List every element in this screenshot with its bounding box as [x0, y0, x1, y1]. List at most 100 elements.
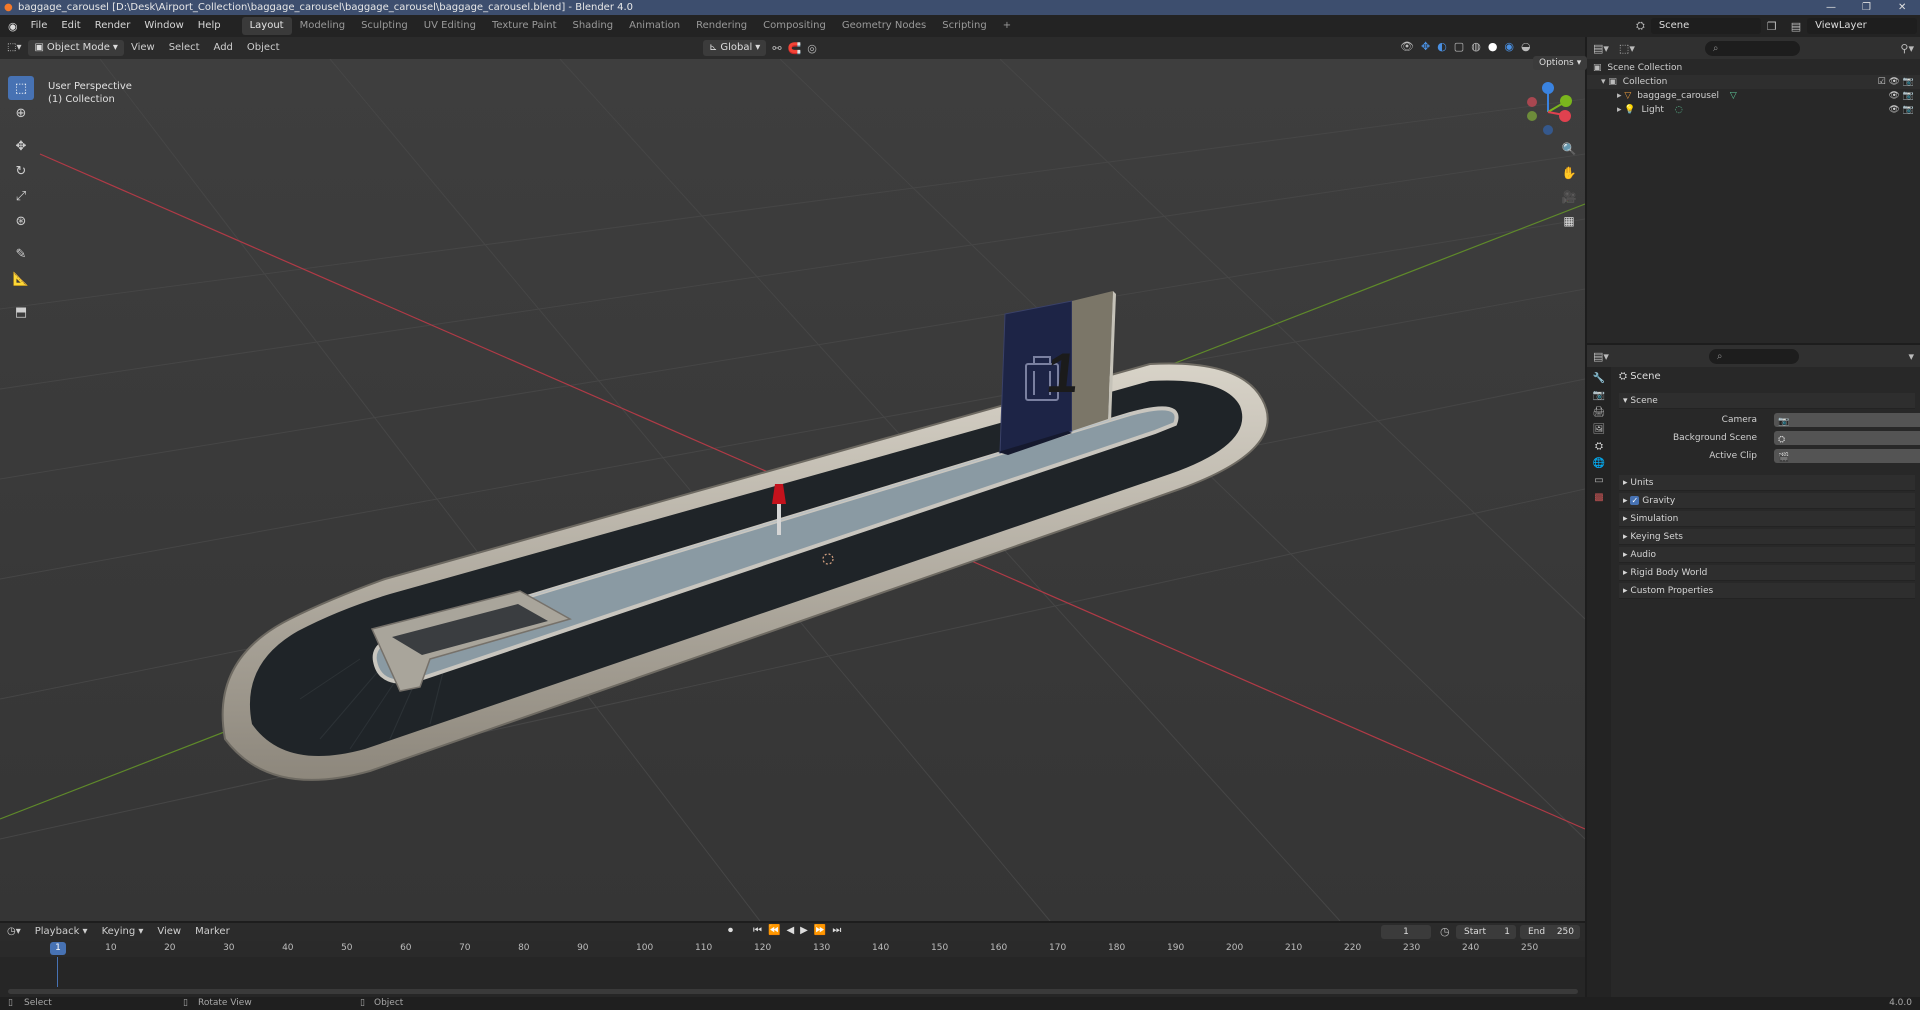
- maximize-icon[interactable]: ❐: [1862, 0, 1871, 15]
- item-visibility-icons[interactable]: 👁 📷: [1889, 103, 1915, 117]
- new-scene-icon[interactable]: ❐: [1767, 20, 1777, 33]
- workspace-tab-layout[interactable]: Layout: [241, 17, 292, 35]
- perspective-grid-icon[interactable]: ▦: [1558, 210, 1580, 232]
- audio-panel-header[interactable]: ▸ Audio: [1619, 547, 1915, 563]
- collection-row[interactable]: ▾ ▣ Collection ☑ 👁 📷: [1587, 75, 1920, 89]
- visibility-icon[interactable]: 👁: [1400, 40, 1414, 53]
- pan-hand-icon[interactable]: ✋: [1558, 162, 1580, 184]
- workspace-tab-compositing[interactable]: Compositing: [755, 17, 834, 35]
- properties-search-input[interactable]: ⌕: [1708, 348, 1799, 364]
- custom-properties-panel-header[interactable]: ▸ Custom Properties: [1619, 583, 1915, 599]
- menu-select[interactable]: Select: [162, 38, 207, 58]
- menu-file[interactable]: File: [24, 15, 55, 37]
- menu-view[interactable]: View: [124, 38, 162, 58]
- keying-sets-panel-header[interactable]: ▸ Keying Sets: [1619, 529, 1915, 545]
- jump-keyframe-forward-icon[interactable]: ⏩: [814, 925, 826, 936]
- pivot-icon[interactable]: ⚯: [772, 42, 781, 55]
- workspace-tab-animation[interactable]: Animation: [621, 17, 688, 35]
- navigation-gizmo[interactable]: [1520, 80, 1580, 140]
- workspace-tab-uv-editing[interactable]: UV Editing: [416, 17, 484, 35]
- view-layer-tab-icon[interactable]: 🖼: [1593, 424, 1606, 435]
- mode-selector[interactable]: ▣ Object Mode ▾: [28, 40, 124, 56]
- jump-end-icon[interactable]: ⏭: [832, 925, 841, 936]
- texture-tab-icon[interactable]: ▩: [1594, 492, 1603, 503]
- select-box-tool-icon[interactable]: ⬚: [8, 76, 34, 100]
- current-frame-field[interactable]: 1: [1381, 925, 1431, 939]
- minimize-icon[interactable]: —: [1826, 0, 1836, 15]
- render-tab-icon[interactable]: 📷: [1593, 390, 1605, 401]
- editor-type-icon[interactable]: ⬚▾: [0, 38, 28, 58]
- background-scene-field[interactable]: ⛭: [1774, 431, 1920, 445]
- menu-window[interactable]: Window: [137, 15, 190, 37]
- menu-keying[interactable]: Keying ▾: [95, 922, 151, 942]
- filter-icon[interactable]: ⚲▾: [1900, 42, 1914, 55]
- camera-field[interactable]: 📷: [1774, 413, 1920, 427]
- cursor-tool-icon[interactable]: ⊕: [8, 101, 34, 125]
- workspace-tab-texture-paint[interactable]: Texture Paint: [484, 17, 565, 35]
- snap-icon[interactable]: 🧲: [788, 42, 802, 55]
- workspace-tab-sculpting[interactable]: Sculpting: [353, 17, 416, 35]
- rotate-tool-icon[interactable]: ↻: [8, 159, 34, 183]
- jump-keyframe-back-icon[interactable]: ⏪: [768, 925, 780, 936]
- transform-orientation-selector[interactable]: ⊾ Global ▾: [703, 40, 767, 56]
- camera-view-icon[interactable]: 🎥: [1558, 186, 1580, 208]
- chevron-down-icon[interactable]: ▾: [1908, 350, 1914, 363]
- timeline-editor-icon[interactable]: ◷▾: [0, 922, 28, 942]
- transform-tool-icon[interactable]: ⊛: [8, 209, 34, 233]
- 3d-viewport[interactable]: 1: [0, 59, 1585, 921]
- zoom-icon[interactable]: 🔍: [1558, 138, 1580, 160]
- rigid-body-world-panel-header[interactable]: ▸ Rigid Body World: [1619, 565, 1915, 581]
- menu-marker[interactable]: Marker: [188, 922, 237, 942]
- gizmo-icon[interactable]: ✥: [1421, 40, 1430, 53]
- solid-shading-icon[interactable]: ●: [1488, 40, 1498, 53]
- close-icon[interactable]: ✕: [1898, 0, 1906, 15]
- material-shading-icon[interactable]: ◉: [1504, 40, 1514, 53]
- scene-tab-icon[interactable]: ⛭: [1595, 441, 1603, 452]
- workspace-tab-modeling[interactable]: Modeling: [292, 17, 354, 35]
- gravity-panel-header[interactable]: ▸ ✓ Gravity: [1619, 493, 1915, 509]
- workspace-tab-shading[interactable]: Shading: [564, 17, 621, 35]
- display-mode-icon[interactable]: ⬚▾: [1619, 42, 1635, 55]
- workspace-tab-geometry-nodes[interactable]: Geometry Nodes: [834, 17, 934, 35]
- clock-icon[interactable]: ◷: [1440, 925, 1450, 938]
- expand-arrow-icon[interactable]: ▾: [1587, 77, 1606, 87]
- menu-timeline-view[interactable]: View: [150, 922, 188, 942]
- workspace-tab-scripting[interactable]: Scripting: [934, 17, 994, 35]
- menu-playback[interactable]: Playback ▾: [28, 922, 95, 942]
- properties-editor-icon[interactable]: ▤▾: [1593, 350, 1609, 363]
- move-tool-icon[interactable]: ✥: [8, 134, 34, 158]
- tool-tab-icon[interactable]: 🔧: [1593, 373, 1605, 384]
- start-frame-field[interactable]: Start 1: [1456, 925, 1516, 939]
- menu-edit[interactable]: Edit: [54, 15, 87, 37]
- overlay-icon[interactable]: ◐: [1437, 40, 1447, 53]
- record-icon[interactable]: ⏺: [728, 925, 733, 936]
- simulation-panel-header[interactable]: ▸ Simulation: [1619, 511, 1915, 527]
- scale-tool-icon[interactable]: ⤢: [8, 184, 34, 208]
- gravity-checkbox[interactable]: ✓: [1630, 496, 1640, 505]
- add-cube-tool-icon[interactable]: ⬒: [8, 300, 34, 324]
- collection-visibility-icons[interactable]: ☑ 👁 📷: [1878, 75, 1914, 89]
- options-dropdown[interactable]: Options ▾: [1533, 56, 1588, 70]
- workspace-tab-rendering[interactable]: Rendering: [688, 17, 755, 35]
- jump-start-icon[interactable]: ⏮: [753, 925, 762, 936]
- item-visibility-icons[interactable]: 👁 📷: [1889, 89, 1915, 103]
- outliner-editor-icon[interactable]: ▤▾: [1593, 42, 1609, 55]
- outliner-search-input[interactable]: ⌕: [1704, 40, 1800, 56]
- scene-collection-row[interactable]: ▣ Scene Collection: [1587, 61, 1920, 75]
- blender-menu-icon[interactable]: ◉: [0, 20, 24, 33]
- end-frame-field[interactable]: End 250: [1520, 925, 1580, 939]
- play-reverse-icon[interactable]: ◀: [786, 925, 794, 936]
- units-panel-header[interactable]: ▸ Units: [1619, 475, 1915, 491]
- playhead-frame[interactable]: 1: [50, 942, 66, 955]
- measure-tool-icon[interactable]: 📐: [8, 267, 34, 291]
- add-workspace-icon[interactable]: +: [995, 17, 1019, 35]
- timeline-ruler[interactable]: 1 10 20 30 40 50 60 70 80 90 100 110 120 130 140 150 16…: [0, 941, 1585, 957]
- viewlayer-selector[interactable]: ViewLayer: [1807, 18, 1918, 34]
- menu-object[interactable]: Object: [240, 38, 287, 58]
- timeline-body[interactable]: [0, 957, 1585, 997]
- scene-selector[interactable]: Scene: [1650, 18, 1761, 34]
- active-clip-field[interactable]: 🎬: [1774, 449, 1920, 463]
- wireframe-shading-icon[interactable]: ◍: [1471, 40, 1481, 53]
- collection-tab-icon[interactable]: ▭: [1594, 475, 1603, 486]
- menu-add[interactable]: Add: [207, 38, 240, 58]
